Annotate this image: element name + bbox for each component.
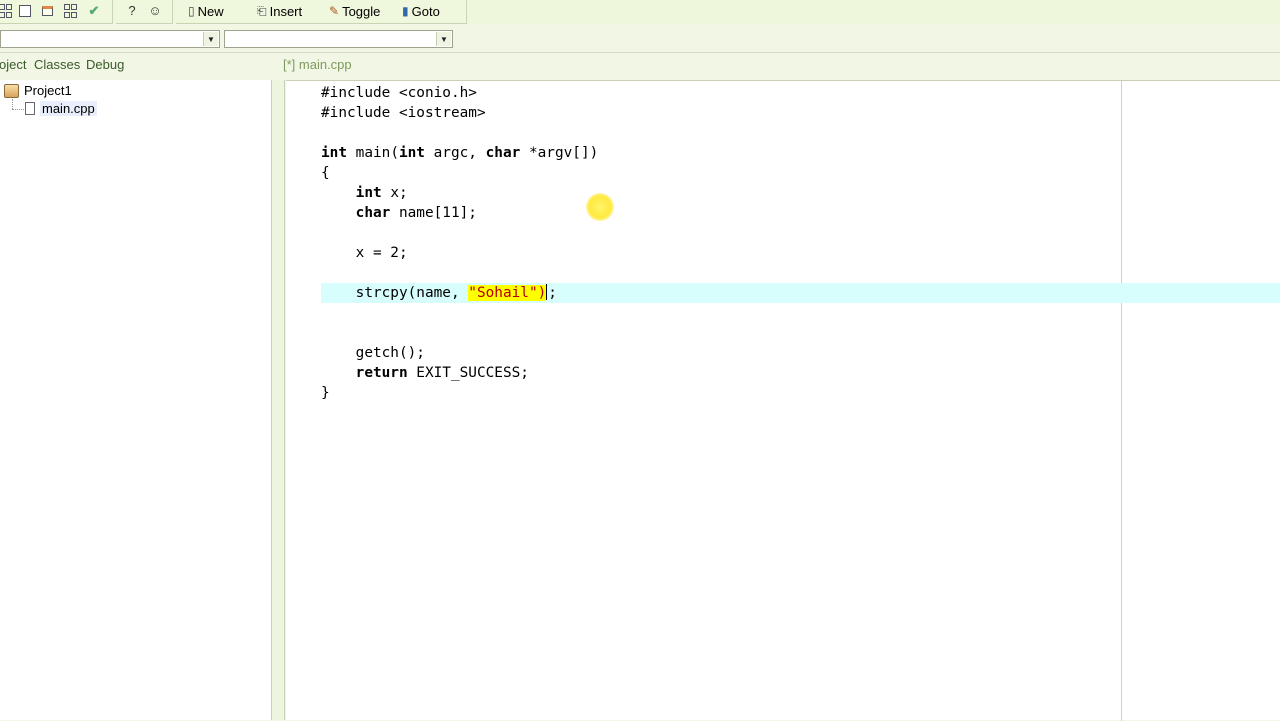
code-text: return EXIT_SUCCESS; <box>355 365 529 381</box>
code-line: return EXIT_SUCCESS; <box>286 363 1280 383</box>
code-line: #include <iostream> <box>286 103 1280 123</box>
code-editor[interactable]: #include <conio.h> #include <iostream> i… <box>286 80 1280 721</box>
insert-button[interactable]: ⎗ Insert <box>257 2 302 20</box>
grid-icon[interactable] <box>0 3 13 19</box>
mouse-pointer-highlight <box>586 193 614 221</box>
tree-item-project[interactable]: Project1 <box>4 83 72 98</box>
help-icon[interactable]: ? <box>124 3 140 19</box>
about-icon[interactable]: ☺ <box>147 3 163 19</box>
code-line: getch(); <box>286 343 1280 363</box>
code-text: x = 2; <box>321 245 408 261</box>
code-line: } <box>286 383 1280 403</box>
tab-row: oject Classes Debug [*] main.cpp <box>0 54 1280 78</box>
colored-grid-icon[interactable] <box>39 3 55 19</box>
toolbar: ✔ ? ☺ ▯ New ⎗ Insert ✎ Toggle ▮ Goto <box>0 0 1280 24</box>
divider <box>0 52 1280 53</box>
code-line: #include <conio.h> <box>286 83 1280 103</box>
member-combo[interactable]: ▼ <box>224 30 453 48</box>
layout-icon[interactable] <box>62 3 78 19</box>
toolbar-group-views: ✔ <box>0 0 113 24</box>
tab-classes[interactable]: Classes <box>34 57 80 72</box>
toolbar-group-help: ? ☺ <box>116 0 173 24</box>
code-line: { <box>286 163 1280 183</box>
code-text: strcpy(name, "Sohail"); <box>321 284 557 301</box>
chevron-down-icon[interactable]: ▼ <box>203 32 218 46</box>
file-label: main.cpp <box>40 101 97 116</box>
code-text: #include <iostream> <box>321 105 486 121</box>
project-icon <box>4 83 19 98</box>
tab-project[interactable]: oject <box>0 57 26 72</box>
new-button[interactable]: ▯ New <box>188 2 224 20</box>
class-combo[interactable]: ▼ <box>0 30 220 48</box>
tree-item-main-cpp[interactable]: main.cpp <box>25 101 97 116</box>
insert-icon: ⎗ <box>257 3 267 18</box>
toggle-bookmark-icon: ✎ <box>329 4 340 18</box>
tree-connector <box>12 99 13 109</box>
toggle-button[interactable]: ✎ Toggle <box>329 2 380 20</box>
tab-main-cpp[interactable]: [*] main.cpp <box>283 57 352 72</box>
current-line-highlight: strcpy(name, "Sohail"); <box>321 283 1280 303</box>
selected-string: "Sohail") <box>468 285 547 301</box>
tree-connector <box>12 109 24 110</box>
checkmark-icon[interactable]: ✔ <box>86 3 102 19</box>
code-text: int x; <box>355 185 408 201</box>
toggle-button-label: Toggle <box>342 3 381 19</box>
goto-button-label: Goto <box>411 3 440 19</box>
insert-button-label: Insert <box>269 3 303 19</box>
new-file-icon: ▯ <box>188 4 195 18</box>
code-text: #include <conio.h> <box>321 85 477 101</box>
code-line: int x; <box>286 183 1280 203</box>
panel-splitter[interactable] <box>271 80 285 720</box>
project-label: Project1 <box>24 83 72 98</box>
new-button-label: New <box>197 3 224 19</box>
code-text: } <box>321 385 330 401</box>
tab-debug[interactable]: Debug <box>86 57 124 72</box>
code-text: char name[11]; <box>355 205 477 221</box>
project-browser <box>0 80 271 720</box>
file-icon <box>25 102 35 115</box>
chevron-down-icon[interactable]: ▼ <box>436 32 451 46</box>
code-text: { <box>321 165 330 181</box>
code-text: int main(int argc, char *argv[]) <box>321 145 599 161</box>
goto-button[interactable]: ▮ Goto <box>402 2 440 20</box>
toolbar-group-bookmarks: ▯ New ⎗ Insert ✎ Toggle ▮ Goto <box>176 0 467 24</box>
goto-bookmark-icon: ▮ <box>402 4 409 18</box>
code-line: char name[11]; <box>286 203 1280 223</box>
window-icon[interactable] <box>17 3 33 19</box>
text-cursor <box>546 284 548 300</box>
code-text: getch(); <box>321 345 425 361</box>
code-line: int main(int argc, char *argv[]) <box>286 143 1280 163</box>
code-line: x = 2; <box>286 243 1280 263</box>
